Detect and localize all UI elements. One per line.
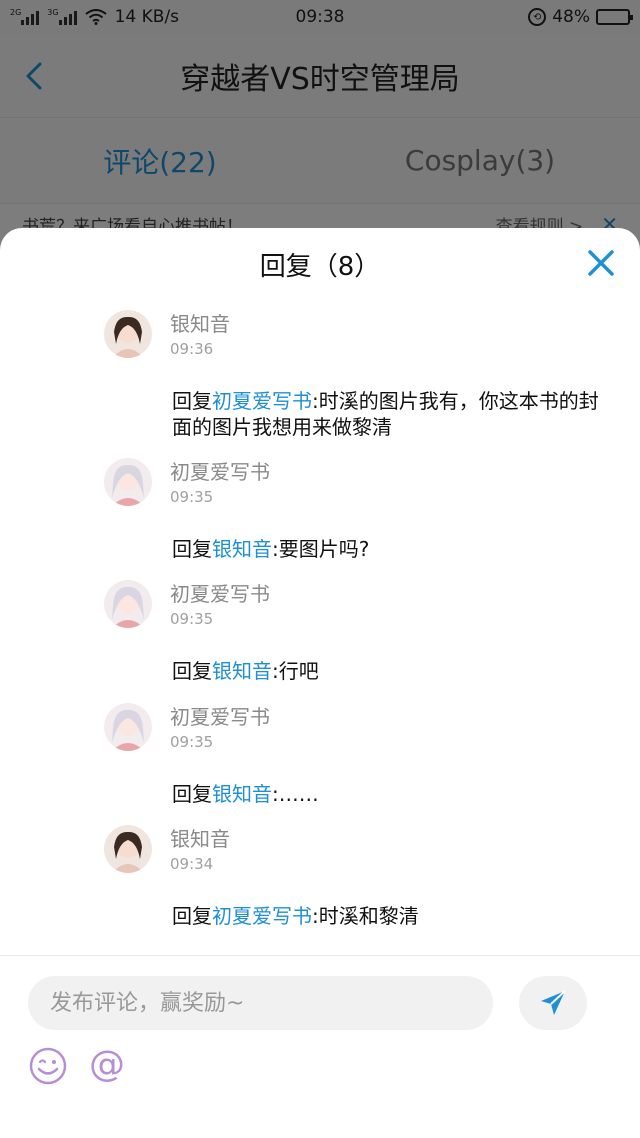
reply-body: :行吧 [272,659,319,683]
reply-sheet: 回复（8） 银知音 09:36 回复初夏爱写书:时溪的图片我有，你这本书的封面的… [0,228,640,1138]
reply-body: :要图片吗? [272,537,370,561]
avatar[interactable] [104,580,152,628]
reply-target-link[interactable]: 初夏爱写书 [212,389,312,413]
close-icon[interactable] [586,248,616,278]
reply-prefix: 回复 [172,904,212,928]
reply-text: 回复初夏爱写书:时溪的图片我有，你这本书的封面的图片我想用来做黎清 [172,388,612,440]
emoji-icon[interactable] [28,1046,68,1086]
reply-target-link[interactable]: 银知音 [212,537,272,561]
timestamp: 09:35 [170,733,214,751]
reply-prefix: 回复 [172,659,212,683]
sheet-title: 回复（8） [259,251,381,282]
reply-target-link[interactable]: 银知音 [212,659,272,683]
reply-target-link[interactable]: 初夏爱写书 [212,904,312,928]
reply-text: 回复银知音:…… [172,781,612,807]
reply-body: :时溪和黎清 [312,904,419,928]
username[interactable]: 初夏爱写书 [170,582,270,606]
reply-text: 回复银知音:行吧 [172,658,612,684]
username[interactable]: 初夏爱写书 [170,460,270,484]
username[interactable]: 银知音 [170,827,230,851]
reply-list[interactable]: 银知音 09:36 回复初夏爱写书:时溪的图片我有，你这本书的封面的图片我想用来… [0,300,640,955]
reply-prefix: 回复 [172,782,212,806]
reply-text: 回复初夏爱写书:时溪和黎清 [172,903,612,929]
avatar[interactable] [104,458,152,506]
avatar[interactable] [104,310,152,358]
reply-prefix: 回复 [172,389,212,413]
at-icon[interactable]: @ [86,1044,128,1086]
timestamp: 09:34 [170,855,214,873]
username[interactable]: 银知音 [170,312,230,336]
reply-prefix: 回复 [172,537,212,561]
avatar[interactable] [104,825,152,873]
reply-text: 回复银知音:要图片吗? [172,536,612,562]
timestamp: 09:35 [170,610,214,628]
timestamp: 09:35 [170,488,214,506]
comment-input[interactable] [28,976,493,1030]
send-button[interactable] [519,976,587,1030]
reply-target-link[interactable]: 银知音 [212,782,272,806]
send-icon [541,990,566,1015]
avatar[interactable] [104,703,152,751]
username[interactable]: 初夏爱写书 [170,705,270,729]
reply-body: :…… [272,782,319,806]
sheet-header: 回复（8） [0,228,640,300]
timestamp: 09:36 [170,340,214,358]
composer: @ [0,955,640,1138]
